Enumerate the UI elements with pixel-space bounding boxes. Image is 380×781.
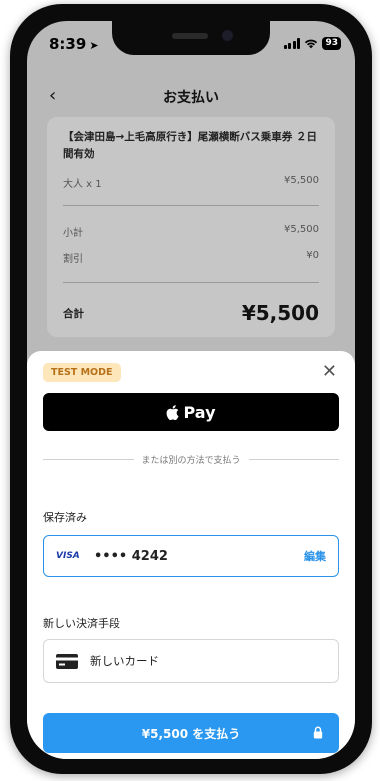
edit-button[interactable]: 編集 — [304, 548, 326, 564]
divider — [63, 282, 319, 283]
order-summary-card: 【会津田島→上毛高原行き】尾瀬横断バス乗車券 ２日間有効 大人 x 1 ¥5,5… — [47, 117, 335, 337]
time-text: 8:39 — [49, 35, 87, 53]
location-arrow-icon: ➤ — [89, 39, 99, 52]
credit-card-icon — [56, 653, 78, 669]
notch — [112, 21, 270, 55]
subtotal-value: ¥5,500 — [284, 224, 319, 235]
new-card-label: 新しいカード — [90, 654, 159, 668]
cellular-signal-icon — [283, 38, 301, 49]
pay-button-label: ¥5,500 を支払う — [141, 726, 241, 741]
ticket-name: 【会津田島→上毛高原行き】尾瀬横断バス乗車券 ２日間有効 — [63, 131, 317, 160]
apple-logo-icon — [167, 404, 180, 420]
discount-row: 割引 ¥0 — [63, 250, 319, 265]
new-method-section-label: 新しい決済手段 — [43, 617, 120, 630]
visa-logo-icon: VISA — [56, 551, 80, 561]
screen: 8:39 ➤ 93 ‹ お支払い 【会津田島→上毛高原行き】尾瀬横断バス乗車券 ２… — [27, 21, 355, 759]
divider-line — [43, 459, 134, 460]
nav-bar: ‹ お支払い — [27, 83, 355, 113]
saved-section-label: 保存済み — [43, 511, 87, 524]
close-icon[interactable]: ✕ — [322, 361, 337, 382]
wifi-icon — [305, 39, 318, 49]
camera — [222, 30, 233, 41]
apple-pay-label: Pay — [183, 402, 216, 422]
battery-indicator: 93 — [322, 37, 341, 50]
page-title: お支払い — [163, 90, 219, 106]
total-label: 合計 — [63, 307, 84, 320]
or-divider-text: または別の方法で支払う — [141, 456, 241, 466]
or-divider: または別の方法で支払う — [43, 453, 340, 466]
speaker — [172, 33, 208, 39]
discount-label: 割引 — [63, 254, 83, 265]
lock-icon — [313, 726, 323, 739]
pay-button[interactable]: ¥5,500 を支払う — [43, 713, 339, 753]
discount-value: ¥0 — [306, 250, 319, 261]
status-icons: 93 — [283, 37, 341, 50]
divider — [63, 205, 319, 206]
subtotal-label: 小計 — [63, 228, 83, 239]
total-amount: ¥5,500 — [241, 301, 319, 325]
status-time: 8:39 ➤ — [49, 35, 99, 53]
line-item-label: 大人 x 1 — [63, 179, 102, 190]
saved-card-option[interactable]: VISA •••• 4242 編集 — [43, 535, 339, 577]
payment-sheet: TEST MODE ✕ Pay または別の方法で支払う 保存済み VISA ••… — [27, 351, 355, 759]
masked-card-number: •••• 4242 — [94, 548, 168, 564]
line-item-row: 大人 x 1 ¥5,500 — [63, 175, 319, 190]
divider-line — [248, 459, 340, 460]
subtotal-row: 小計 ¥5,500 — [63, 224, 319, 239]
apple-pay-button[interactable]: Pay — [43, 393, 339, 431]
phone-frame: 8:39 ➤ 93 ‹ お支払い 【会津田島→上毛高原行き】尾瀬横断バス乗車券 ２… — [10, 4, 372, 774]
new-card-option[interactable]: 新しいカード — [43, 639, 339, 683]
total-row: 合計 ¥5,500 — [63, 301, 319, 325]
line-item-price: ¥5,500 — [284, 175, 319, 186]
test-mode-badge: TEST MODE — [43, 363, 121, 382]
